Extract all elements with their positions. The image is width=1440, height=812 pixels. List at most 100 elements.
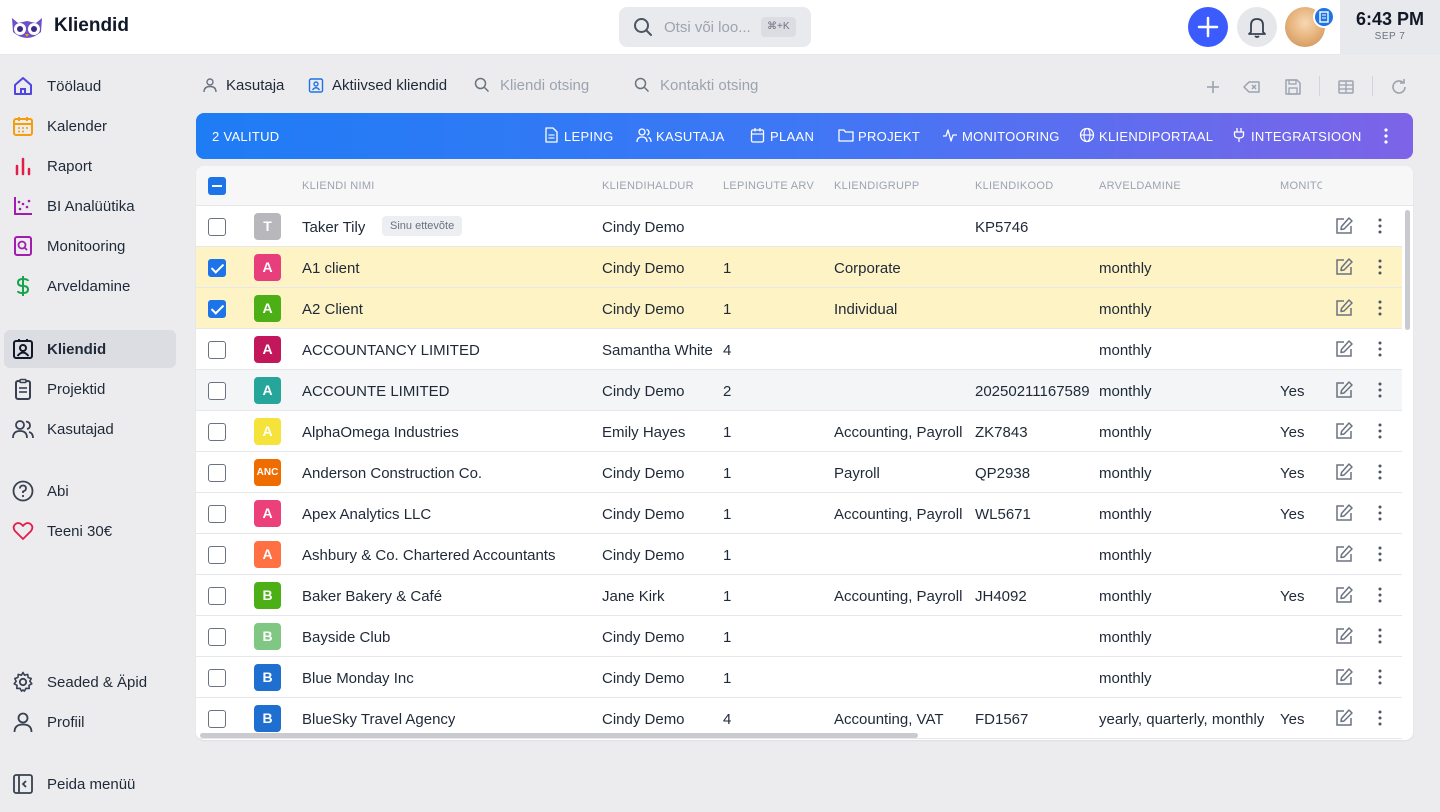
edit-icon[interactable]: [1334, 421, 1354, 441]
action-monitooring-button[interactable]: MONITOORING: [942, 128, 1059, 146]
row-checkbox[interactable]: [208, 587, 226, 605]
edit-icon[interactable]: [1334, 503, 1354, 523]
table-row[interactable]: A A2 Client Cindy Demo 1 Individual monthly: [196, 288, 1402, 329]
row-checkbox[interactable]: [208, 341, 226, 359]
row-menu-icon[interactable]: [1374, 627, 1386, 645]
select-all-checkbox[interactable]: [208, 177, 226, 195]
edit-icon[interactable]: [1334, 708, 1354, 728]
edit-icon[interactable]: [1334, 626, 1354, 646]
edit-icon[interactable]: [1334, 339, 1354, 359]
table-row[interactable]: B Bayside Club Cindy Demo 1 monthly: [196, 616, 1402, 657]
add-button[interactable]: [1188, 7, 1228, 47]
sidebar-item-projektid[interactable]: Projektid: [4, 370, 176, 408]
edit-icon[interactable]: [1334, 216, 1354, 236]
more-actions-icon[interactable]: [1380, 127, 1392, 145]
edit-icon[interactable]: [1334, 585, 1354, 605]
row-menu-icon[interactable]: [1374, 545, 1386, 563]
sidebar-item-kalender[interactable]: Kalender: [4, 107, 176, 145]
column-header-contracts[interactable]: LEPINGUTE ARV: [723, 180, 828, 192]
sidebar-item-toolaud[interactable]: Töölaud: [4, 67, 176, 105]
global-search[interactable]: Otsi või loo... ⌘+K: [619, 7, 811, 47]
cell-name[interactable]: Blue Monday Inc: [302, 670, 414, 687]
column-header-group[interactable]: KLIENDIGRUPP: [834, 180, 964, 192]
action-leping-button[interactable]: LEPING: [544, 127, 624, 146]
table-row[interactable]: B Baker Bakery & Café Jane Kirk 1 Accounting…: [196, 575, 1402, 616]
cell-name[interactable]: Apex Analytics LLC: [302, 506, 431, 523]
row-menu-icon[interactable]: [1374, 504, 1386, 522]
refresh-icon[interactable]: [1389, 77, 1409, 97]
row-menu-icon[interactable]: [1374, 586, 1386, 604]
clear-filter-icon[interactable]: [1242, 77, 1262, 97]
row-menu-icon[interactable]: [1374, 463, 1386, 481]
sidebar-item-teeni[interactable]: Teeni 30€: [4, 512, 176, 550]
table-row[interactable]: A AlphaOmega Industries Emily Hayes 1 Accoun…: [196, 411, 1402, 452]
sidebar-item-raport[interactable]: Raport: [4, 147, 176, 185]
row-menu-icon[interactable]: [1374, 422, 1386, 440]
table-row[interactable]: ANC Anderson Construction Co. Cindy Demo 1 P…: [196, 452, 1402, 493]
cell-name[interactable]: Bayside Club: [302, 629, 390, 646]
cell-name[interactable]: Baker Bakery & Café: [302, 588, 442, 605]
column-header-billing[interactable]: ARVELDAMINE: [1099, 180, 1269, 192]
edit-icon[interactable]: [1334, 462, 1354, 482]
sidebar-item-bi-analyytika[interactable]: BI Analüütika: [4, 187, 176, 225]
action-kliendiportaal-button[interactable]: KLIENDIPORTAAL: [1079, 127, 1213, 146]
cell-name[interactable]: ACCOUNTANCY LIMITED: [302, 342, 480, 359]
action-kasutaja-button[interactable]: KASUTAJA: [636, 128, 736, 146]
table-row[interactable]: A Ashbury & Co. Chartered Accountants Cind…: [196, 534, 1402, 575]
table-row[interactable]: A ACCOUNTANCY LIMITED Samantha White 4 month…: [196, 329, 1402, 370]
row-checkbox[interactable]: [208, 628, 226, 646]
cell-name[interactable]: A1 client: [302, 260, 360, 277]
edit-icon[interactable]: [1334, 380, 1354, 400]
column-header-name[interactable]: KLIENDI NIMI: [302, 180, 552, 192]
action-projekt-button[interactable]: PROJEKT: [838, 128, 920, 146]
row-checkbox[interactable]: [208, 382, 226, 400]
row-checkbox[interactable]: [208, 669, 226, 687]
owl-logo-icon[interactable]: [8, 12, 46, 42]
column-header-code[interactable]: KLIENDIKOOD: [975, 180, 1090, 192]
table-row[interactable]: A Apex Analytics LLC Cindy Demo 1 Accounting…: [196, 493, 1402, 534]
cell-name[interactable]: Ashbury & Co. Chartered Accountants: [302, 547, 555, 564]
table-row[interactable]: A ACCOUNTE LIMITED Cindy Demo 2 202502111675…: [196, 370, 1402, 411]
row-checkbox[interactable]: [208, 300, 226, 318]
tab-kasutaja[interactable]: Kasutaja: [202, 76, 302, 98]
table-view-icon[interactable]: [1336, 77, 1356, 97]
row-checkbox[interactable]: [208, 710, 226, 728]
cell-name[interactable]: A2 Client: [302, 301, 363, 318]
save-view-icon[interactable]: [1283, 77, 1303, 97]
sidebar-item-seaded[interactable]: Seaded & Äpid: [4, 663, 176, 701]
row-checkbox[interactable]: [208, 259, 226, 277]
column-header-manager[interactable]: KLIENDIHALDUR: [602, 180, 717, 192]
vertical-scrollbar[interactable]: [1405, 210, 1410, 330]
sidebar-item-profiil[interactable]: Profiil: [4, 703, 176, 741]
sidebar-item-peida-menyy[interactable]: Peida menüü: [4, 765, 176, 803]
row-menu-icon[interactable]: [1374, 381, 1386, 399]
cell-name[interactable]: ACCOUNTE LIMITED: [302, 383, 450, 400]
action-integratsioon-button[interactable]: INTEGRATSIOON: [1231, 128, 1361, 146]
tab-aktiivsed-kliendid[interactable]: Aktiivsed kliendid: [308, 76, 468, 98]
add-client-icon[interactable]: [1203, 77, 1223, 97]
row-menu-icon[interactable]: [1374, 668, 1386, 686]
row-checkbox[interactable]: [208, 218, 226, 236]
row-checkbox[interactable]: [208, 546, 226, 564]
row-checkbox[interactable]: [208, 505, 226, 523]
row-checkbox[interactable]: [208, 464, 226, 482]
row-menu-icon[interactable]: [1374, 340, 1386, 358]
notifications-button[interactable]: [1237, 7, 1277, 47]
action-plaan-button[interactable]: PLAAN: [750, 128, 820, 146]
cell-name[interactable]: Anderson Construction Co.: [302, 465, 482, 482]
row-menu-icon[interactable]: [1374, 258, 1386, 276]
row-checkbox[interactable]: [208, 423, 226, 441]
sidebar-item-monitooring[interactable]: Monitooring: [4, 227, 176, 265]
sidebar-item-abi[interactable]: Abi: [4, 472, 176, 510]
edit-icon[interactable]: [1334, 298, 1354, 318]
edit-icon[interactable]: [1334, 667, 1354, 687]
row-menu-icon[interactable]: [1374, 299, 1386, 317]
client-search-input[interactable]: Kliendi otsing: [474, 76, 624, 98]
sidebar-item-kasutajad[interactable]: Kasutajad: [4, 410, 176, 448]
sidebar-item-kliendid[interactable]: Kliendid: [4, 330, 176, 368]
row-menu-icon[interactable]: [1374, 217, 1386, 235]
sidebar-item-arveldamine[interactable]: Arveldamine: [4, 267, 176, 305]
cell-name[interactable]: AlphaOmega Industries: [302, 424, 459, 441]
cell-name[interactable]: BlueSky Travel Agency: [302, 711, 455, 728]
row-menu-icon[interactable]: [1374, 709, 1386, 727]
